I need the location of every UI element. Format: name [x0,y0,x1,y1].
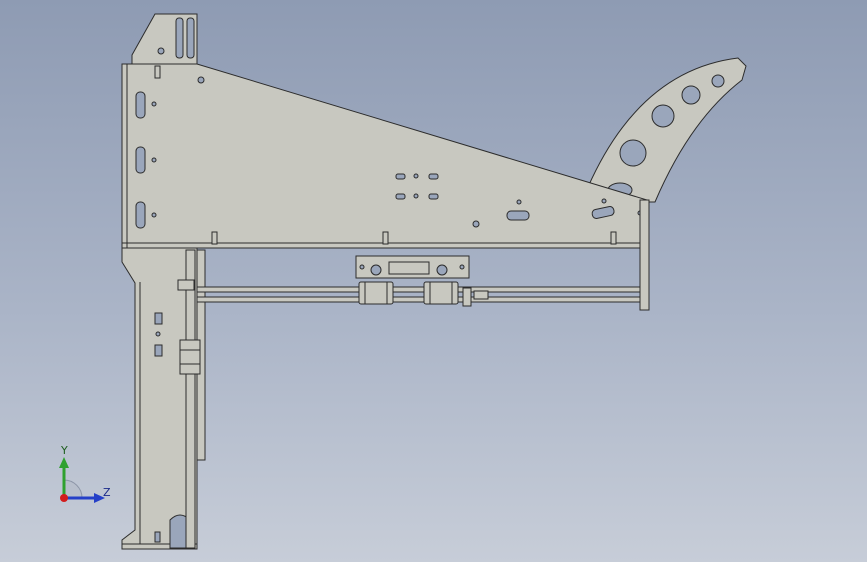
x-axis-dot [60,494,68,502]
column-bracket-clip [177,279,195,291]
main-side-plate[interactable] [121,63,648,249]
triad-axes [59,457,105,503]
cad-graphics-viewport[interactable]: Y Z [0,0,867,562]
rod-coupler [473,290,489,300]
sheet-metal-frame-model[interactable] [0,0,867,562]
vertical-carriage-block[interactable] [179,339,201,375]
horizontal-guide-rod-lower[interactable] [196,296,641,303]
z-axis-label: Z [103,486,111,499]
carriage-center-block [388,261,430,275]
tab-slot-right [186,17,195,59]
tab-hole [157,47,165,55]
vertical-linear-rail[interactable] [185,249,196,549]
linear-bearing-left[interactable] [358,281,394,305]
tab-slot-left [175,17,184,59]
y-axis-label: Y [61,444,68,457]
right-end-plate[interactable] [639,199,650,311]
rod-collar [462,287,472,307]
y-axis-arrowhead [59,457,69,468]
coordinate-triad: Y Z [48,440,118,510]
horizontal-guide-rod-upper[interactable] [196,286,641,293]
linear-bearing-right[interactable] [423,281,459,305]
